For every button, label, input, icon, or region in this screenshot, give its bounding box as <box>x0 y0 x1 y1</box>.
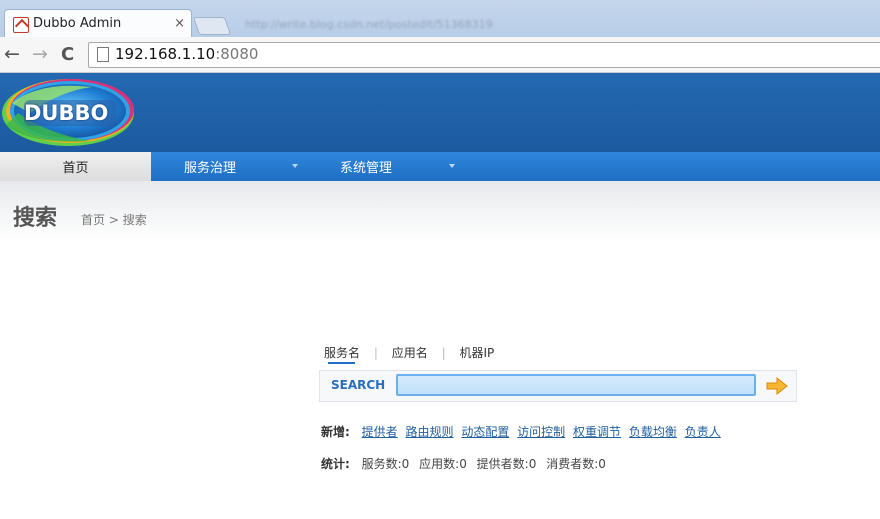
tab-application-name[interactable]: 应用名 <box>392 344 428 361</box>
menu-item-label: 系统管理 <box>339 161 392 176</box>
menu-item-label: 首页 <box>62 161 89 176</box>
dubbo-favicon-icon <box>13 17 29 33</box>
browser-tab[interactable]: Dubbo Admin × <box>4 9 192 40</box>
app-header: DUBBO <box>0 73 880 152</box>
breadcrumb-home[interactable]: 首页 <box>81 213 105 227</box>
tab-separator: | <box>441 346 446 360</box>
statistics: 统计: 服务数:0 应用数:0 提供者数:0 消费者数:0 <box>321 455 612 472</box>
breadcrumb-separator: > <box>108 213 119 227</box>
search-input[interactable] <box>396 374 756 396</box>
menu-item-label: 服务治理 <box>183 161 236 176</box>
tab-close-icon[interactable]: × <box>174 16 185 31</box>
back-icon[interactable]: ← <box>4 43 20 65</box>
add-dynamic-config-link[interactable]: 动态配置 <box>461 425 509 439</box>
add-weight-link[interactable]: 权重调节 <box>573 425 621 439</box>
main-menu: 首页 服务治理 系统管理 <box>0 152 880 181</box>
page-icon <box>97 47 109 62</box>
logo-text: DUBBO <box>24 101 109 125</box>
search-label: SEARCH <box>331 378 386 392</box>
tab-machine-ip[interactable]: 机器IP <box>459 344 494 361</box>
add-load-balance-link[interactable]: 负载均衡 <box>629 425 677 439</box>
stat-services: 服务数:0 <box>361 457 410 471</box>
add-owner-link[interactable]: 负责人 <box>685 425 721 439</box>
tab-separator: | <box>373 346 378 360</box>
page-title: 搜索 <box>13 206 58 231</box>
stat-consumers: 消费者数:0 <box>546 457 606 471</box>
caret-down-icon <box>292 164 298 168</box>
tab-title: Dubbo Admin <box>33 16 122 31</box>
breadcrumb-current: 搜索 <box>122 213 147 227</box>
blurred-tab-url: http://write.blog.csdn.net/postedit/5136… <box>245 18 493 31</box>
reload-icon[interactable]: C <box>61 44 74 65</box>
stat-applications: 应用数:0 <box>419 457 467 471</box>
address-port: :8080 <box>215 45 259 63</box>
address-bar[interactable]: 192.168.1.10:8080 <box>88 42 880 68</box>
tab-service-name[interactable]: 服务名 <box>324 344 360 361</box>
arrow-right-icon[interactable] <box>766 377 788 395</box>
breadcrumb: 首页 > 搜索 <box>81 211 147 228</box>
new-tab-button[interactable] <box>192 17 232 35</box>
add-label: 新增: <box>321 425 350 439</box>
dubbo-logo[interactable]: DUBBO <box>0 73 140 152</box>
search-box: SEARCH <box>319 370 797 402</box>
forward-icon[interactable]: → <box>32 43 48 65</box>
address-host: 192.168.1.10 <box>115 45 216 63</box>
active-tab-indicator <box>328 362 355 364</box>
menu-item-system-management[interactable]: 系统管理 <box>309 152 467 181</box>
add-route-rule-link[interactable]: 路由规则 <box>405 425 453 439</box>
add-access-control-link[interactable]: 访问控制 <box>517 425 565 439</box>
add-links: 新增: 提供者 路由规则 动态配置 访问控制 权重调节 负载均衡 负责人 <box>321 423 725 440</box>
add-provider-link[interactable]: 提供者 <box>362 425 398 439</box>
browser-tab-strip: Dubbo Admin × http://write.blog.csdn.net… <box>0 0 880 40</box>
search-type-tabs: 服务名 | 应用名 | 机器IP <box>324 344 494 361</box>
menu-item-service-governance[interactable]: 服务治理 <box>151 152 309 181</box>
stats-label: 统计: <box>321 457 350 471</box>
stat-providers: 提供者数:0 <box>476 457 537 471</box>
caret-down-icon <box>449 164 455 168</box>
menu-item-home[interactable]: 首页 <box>0 152 151 181</box>
